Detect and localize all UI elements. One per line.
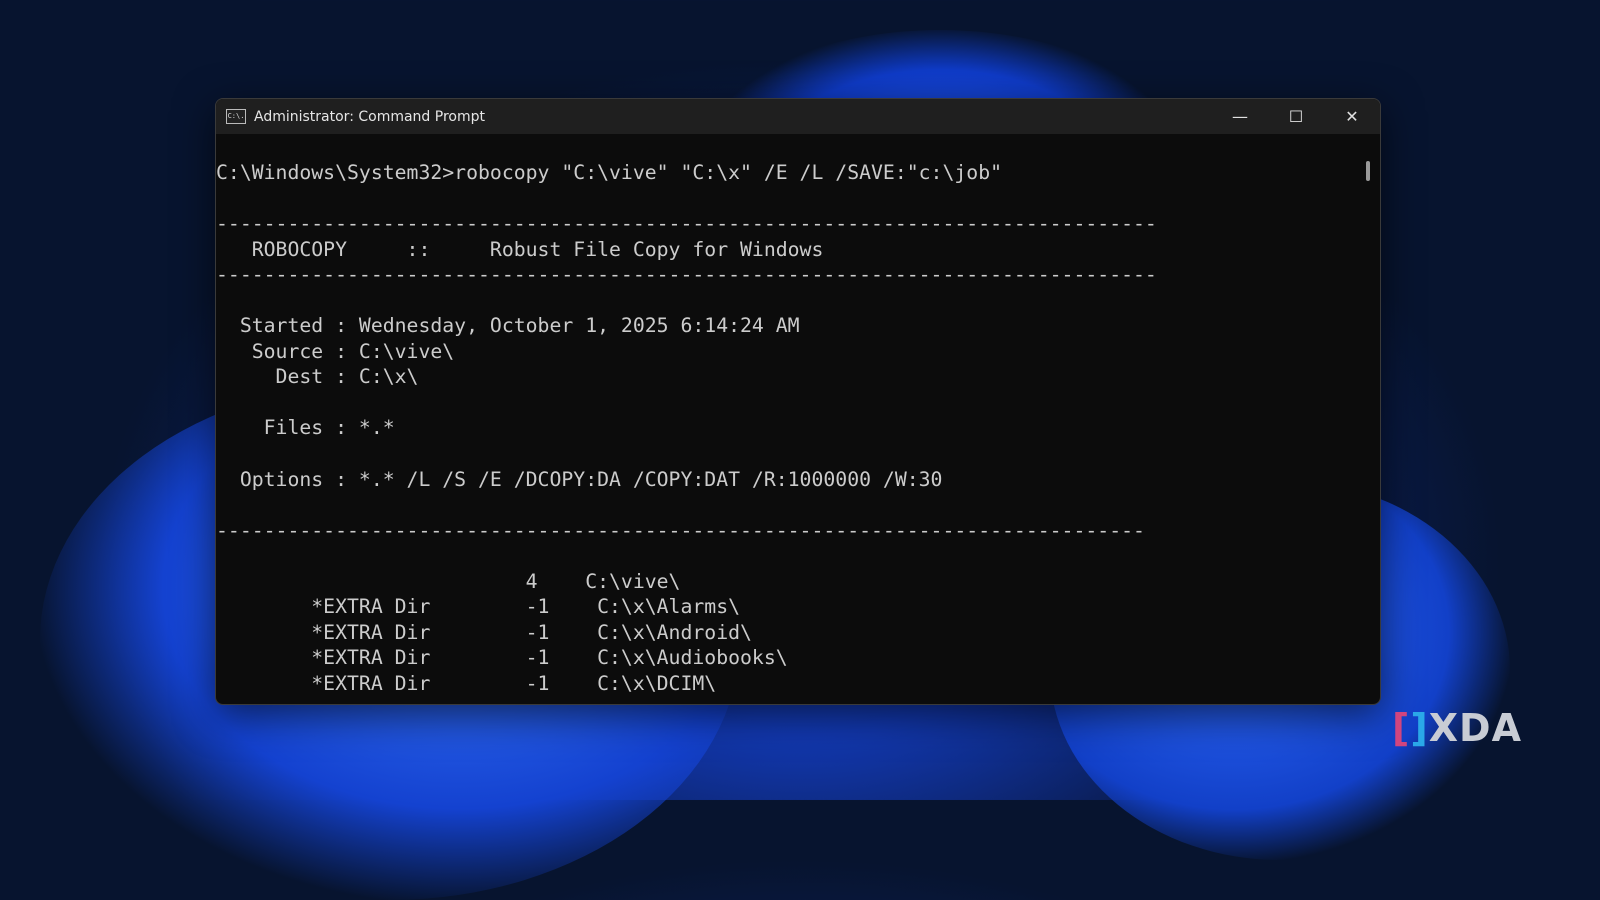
terminal-line: *EXTRA Dir -1 C:\x\DCIM\ xyxy=(216,671,717,695)
terminal-line: 4 C:\vive\ xyxy=(216,569,681,593)
terminal-line: ----------------------------------------… xyxy=(216,263,1157,287)
terminal-line: Dest : C:\x\ xyxy=(216,365,419,389)
cmd-icon: C:\. xyxy=(226,109,246,124)
terminal-line: *EXTRA Dir -1 C:\x\Alarms\ xyxy=(216,595,741,619)
scrollbar-thumb[interactable] xyxy=(1366,161,1370,181)
title-bar[interactable]: C:\. Administrator: Command Prompt — ☐ ✕ xyxy=(216,99,1380,134)
terminal-line: *EXTRA Dir -1 C:\x\Audiobooks\ xyxy=(216,646,788,670)
terminal-line: Options : *.* /L /S /E /DCOPY:DA /COPY:D… xyxy=(216,467,943,491)
xda-logo: []XDA xyxy=(1392,706,1522,750)
terminal-line: *EXTRA Dir -1 C:\x\Android\ xyxy=(216,620,752,644)
minimize-button[interactable]: — xyxy=(1212,99,1268,134)
terminal-line: ----------------------------------------… xyxy=(216,212,1157,236)
terminal-line: C:\Windows\System32>robocopy "C:\vive" "… xyxy=(216,161,1003,184)
terminal-line: ----------------------------------------… xyxy=(216,518,1145,542)
close-button[interactable]: ✕ xyxy=(1324,99,1380,134)
command-prompt-window: C:\. Administrator: Command Prompt — ☐ ✕… xyxy=(215,98,1381,705)
terminal-line: Started : Wednesday, October 1, 2025 6:1… xyxy=(216,314,800,338)
terminal-line: Source : C:\vive\ xyxy=(216,339,455,363)
terminal-line: Files : *.* xyxy=(216,416,395,440)
maximize-button[interactable]: ☐ xyxy=(1268,99,1324,134)
terminal-line: ROBOCOPY :: Robust File Copy for Windows xyxy=(216,237,824,261)
window-title: Administrator: Command Prompt xyxy=(254,108,485,125)
terminal-output[interactable]: C:\Windows\System32>robocopy "C:\vive" "… xyxy=(216,160,1360,696)
